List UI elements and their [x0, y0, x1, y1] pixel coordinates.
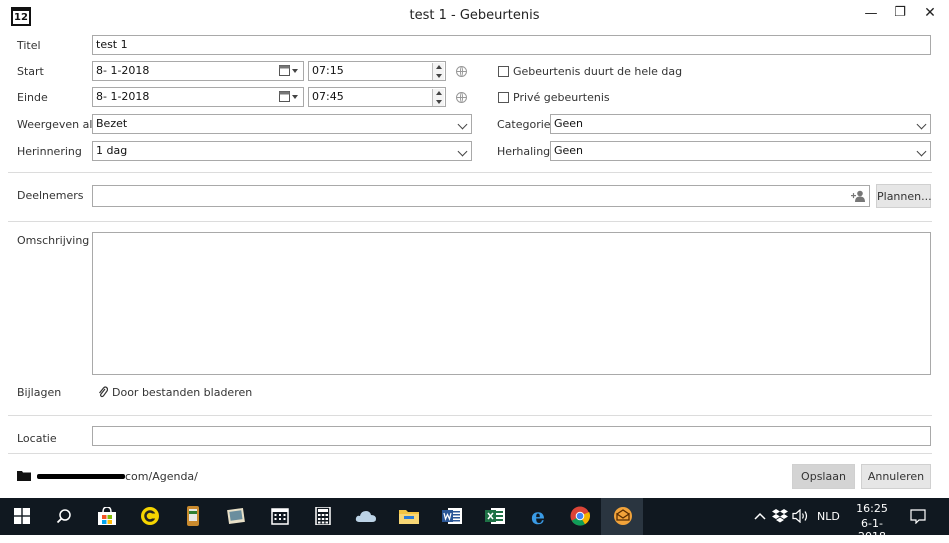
location-label: Locatie: [17, 432, 57, 445]
category-label: Categorie: [497, 118, 551, 131]
close-button[interactable]: ✕: [921, 5, 939, 23]
divider: [8, 453, 932, 454]
end-label: Einde: [17, 91, 48, 104]
divider: [8, 172, 932, 173]
save-button[interactable]: Opslaan: [792, 464, 855, 489]
title-label: Titel: [17, 39, 41, 52]
clock-date[interactable]: 6-1-2018: [849, 517, 895, 543]
calculator-icon[interactable]: [311, 504, 335, 528]
svg-text:e: e: [531, 505, 545, 527]
onedrive-cloud-icon[interactable]: [354, 504, 378, 528]
divider: [8, 415, 932, 416]
start-date-value: 8- 1-2018: [96, 64, 150, 77]
mail-calendar-app-icon[interactable]: [611, 504, 635, 528]
reminder-select[interactable]: 1 dag: [92, 141, 472, 161]
notifications-icon[interactable]: [906, 504, 930, 528]
clock-time[interactable]: 16:25: [849, 502, 895, 515]
start-time-spinner[interactable]: [432, 63, 444, 80]
chevron-down-icon: [457, 119, 468, 130]
title-input[interactable]: test 1: [92, 35, 931, 55]
show-as-value: Bezet: [96, 117, 128, 130]
show-as-select[interactable]: Bezet: [92, 114, 472, 134]
calendar-dropdown-icon[interactable]: [279, 65, 299, 77]
description-textarea[interactable]: [92, 232, 931, 375]
add-person-icon[interactable]: [851, 190, 865, 206]
file-explorer-icon[interactable]: [397, 504, 421, 528]
end-timezone-globe-icon[interactable]: [456, 92, 467, 103]
yellow-circle-app-icon[interactable]: [138, 504, 162, 528]
photos-app-icon[interactable]: [224, 504, 248, 528]
browse-files-link[interactable]: Door bestanden bladeren: [112, 386, 252, 400]
taskbar: e NLD 16:25 6-1-2018: [0, 498, 949, 543]
paperclip-icon[interactable]: [98, 386, 109, 398]
speaker-volume-icon[interactable]: [789, 504, 813, 528]
start-label: Start: [17, 65, 44, 78]
start-time-value: 07:15: [312, 64, 344, 77]
windows-start-icon[interactable]: [10, 504, 34, 528]
edge-browser-icon[interactable]: e: [526, 504, 550, 528]
title-bar: 12 test 1 - Gebeurtenis — ❐ ✕: [0, 0, 949, 32]
chevron-down-icon: [916, 119, 927, 130]
end-time-value: 07:45: [312, 90, 344, 103]
excel-icon[interactable]: [483, 504, 507, 528]
allday-label: Gebeurtenis duurt de hele dag: [513, 65, 683, 78]
category-select[interactable]: Geen: [550, 114, 931, 134]
word-icon[interactable]: [440, 504, 464, 528]
maximize-button[interactable]: ❐: [891, 5, 909, 23]
window-title: test 1 - Gebeurtenis: [409, 8, 540, 23]
repeat-select[interactable]: Geen: [550, 141, 931, 161]
redacted-account: [37, 474, 125, 479]
end-date-value: 8- 1-2018: [96, 90, 150, 103]
end-time-spinner[interactable]: [432, 89, 444, 106]
chevron-down-icon: [916, 146, 927, 157]
search-icon[interactable]: [52, 504, 76, 528]
phone-app-icon[interactable]: [181, 504, 205, 528]
input-language[interactable]: NLD: [817, 510, 840, 523]
attendees-label: Deelnemers: [17, 189, 84, 202]
repeat-label: Herhaling: [497, 145, 551, 158]
divider: [8, 221, 932, 222]
start-time-input[interactable]: 07:15: [308, 61, 446, 81]
location-input[interactable]: [92, 426, 931, 446]
attachments-label: Bijlagen: [17, 386, 62, 399]
minimize-button[interactable]: —: [862, 6, 880, 24]
plan-button[interactable]: Plannen...: [876, 184, 932, 208]
start-date-picker[interactable]: 8- 1-2018: [92, 61, 304, 81]
chevron-down-icon: [457, 146, 468, 157]
attendees-input[interactable]: [92, 185, 870, 207]
private-label: Privé gebeurtenis: [513, 91, 610, 104]
private-checkbox[interactable]: [498, 92, 509, 103]
calendar-dropdown-icon[interactable]: [279, 91, 299, 103]
show-as-label: Weergeven als: [17, 118, 99, 131]
calendar-icon[interactable]: [268, 504, 292, 528]
reminder-label: Herinnering: [17, 145, 82, 158]
allday-checkbox[interactable]: [498, 66, 509, 77]
reminder-value: 1 dag: [96, 144, 128, 157]
category-value: Geen: [554, 117, 584, 130]
description-label: Omschrijving: [17, 234, 90, 247]
chrome-browser-icon[interactable]: [568, 504, 592, 528]
store-icon[interactable]: [95, 504, 119, 528]
folder-icon: [17, 470, 31, 481]
repeat-value: Geen: [554, 144, 584, 157]
start-timezone-globe-icon[interactable]: [456, 66, 467, 77]
end-date-picker[interactable]: 8- 1-2018: [92, 87, 304, 107]
cancel-button[interactable]: Annuleren: [861, 464, 931, 489]
end-time-input[interactable]: 07:45: [308, 87, 446, 107]
folder-path: com/Agenda/: [125, 470, 198, 483]
